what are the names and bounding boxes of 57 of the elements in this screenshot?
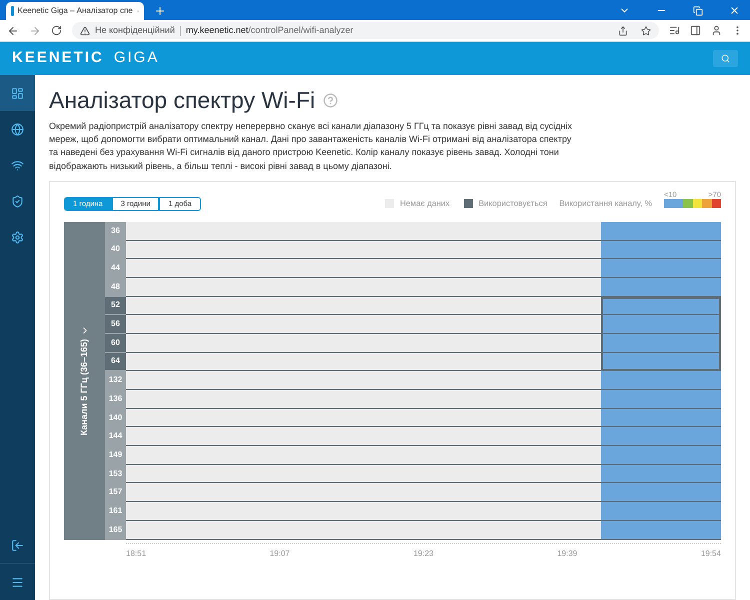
channel-label: 165 [105,520,126,540]
legend-label: Немає даних [400,198,450,210]
bookmark-star-icon[interactable] [641,26,651,36]
tab-title: Keenetic Giga – Аналізатор спе [18,5,133,17]
channel-label: 40 [105,240,126,260]
wifi-icon [11,158,24,172]
dashboard-icon [11,86,24,100]
channel-label: 56 [105,315,126,334]
page-description: Окремий радіопристрій аналізатору спектру неперервно сканує всі канали діапазону 5 ГГц та показує рівні завад від сусідніх мереж, щоб допомогти вибрати оптимальний канал. Дані про завантаженість каналів Wi-Fi отримані від аналізатора спектру та наведені без урахування Wi-Fi сигналів від даного пристрою Keenetic. Колір каналу показує рівень завад. Холодні тони відображають низький рівень, а більш теплі - високі рівні завад в цьому діапазоні. [49,120,573,173]
sidebar-item[interactable] [0,75,35,111]
model-name: GIGA [114,48,160,68]
in-use-swatch [464,199,473,208]
new-tab-icon[interactable] [154,5,166,17]
channel-label: 48 [105,278,126,297]
channel-label: 140 [105,408,126,428]
reload-icon[interactable] [51,25,62,36]
restore-icon[interactable] [693,6,703,16]
shield-icon [11,194,24,208]
channel-label: 44 [105,259,126,278]
legend-label: Використовується [478,198,548,210]
channel-label: 52 [105,296,126,316]
back-icon[interactable] [7,24,19,36]
channel-label: 60 [105,334,126,353]
time-axis-label: 19:23 [413,548,434,560]
channel-label: 136 [105,390,126,409]
url-text: my.keenetic.net/controlPanel/wifi-analyzer [186,24,354,37]
profile-icon[interactable] [711,25,722,36]
globe-icon [11,122,24,136]
usage-color-scale [664,198,721,208]
page-title: Аналізатор спектру Wi-Fi [49,86,316,115]
channel-label: 144 [105,427,126,446]
settings-icon [11,230,24,244]
playlist-icon[interactable] [669,25,680,36]
channel-label: 157 [105,483,126,502]
warning-icon[interactable] [80,26,90,36]
security-label: Не конфіденційний [95,24,175,37]
channel-label: 64 [105,352,126,372]
legend-label: Використання каналу, % [559,198,652,210]
exit-icon[interactable] [11,539,24,552]
address-bar[interactable]: Не конфіденційний my.keenetic.net/controlPanel/wifi-analyzer [72,22,659,39]
channel-label: 132 [105,371,126,390]
brand-logo: KEENETIC [12,48,104,68]
time-axis-label: 19:39 [557,548,578,560]
close-icon[interactable] [729,5,740,16]
channel-label: 36 [105,222,126,240]
menu-icon[interactable] [11,576,24,588]
time-axis-label: 19:07 [270,548,290,560]
browser-tab[interactable]: Keenetic Giga – Аналізатор спе [6,2,144,20]
time-axis-label: 18:51 [126,548,146,560]
channel-label: 161 [105,502,126,521]
time-axis-label: 19:54 [700,548,721,560]
band-label[interactable]: Канали 5 ГГц (36–165) [78,326,92,436]
side-panel-icon[interactable] [690,25,701,36]
channel-label: 149 [105,446,126,465]
search-icon [721,54,730,63]
share-icon[interactable] [618,26,628,36]
channel-label: 153 [105,464,126,484]
